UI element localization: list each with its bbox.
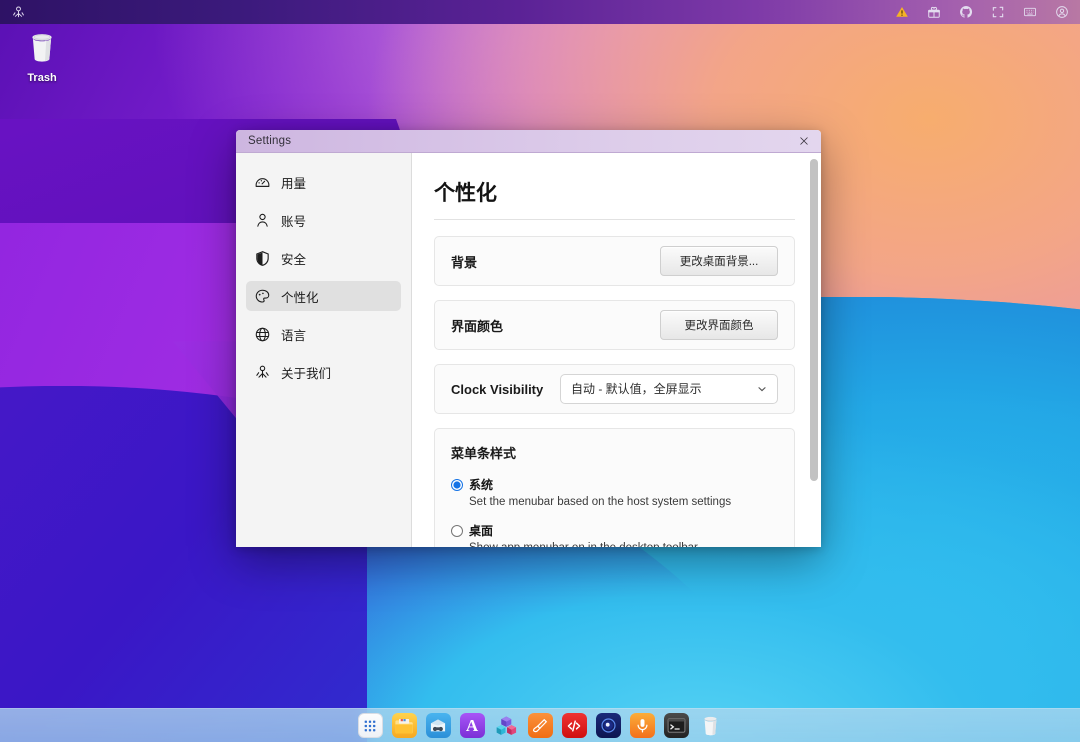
menubar-style-title: 菜单条样式	[451, 443, 778, 462]
system-menubar	[0, 0, 1080, 24]
menubar-option-desktop-label: 桌面	[469, 522, 493, 539]
settings-sidebar: 用量 账号	[236, 153, 412, 547]
dock-item-applications[interactable]	[358, 713, 383, 738]
sidebar-item-label: 账号	[281, 211, 306, 230]
desktop-trash-shortcut[interactable]: Trash	[16, 30, 68, 84]
menubar-left-group	[10, 4, 26, 20]
files-folder-icon	[393, 715, 415, 737]
code-editor-icon	[565, 717, 583, 735]
sidebar-item-usage[interactable]: 用量	[246, 167, 401, 197]
dock-item-trash[interactable]	[698, 713, 723, 738]
dock: A	[0, 708, 1080, 742]
keyboard-icon[interactable]	[1022, 4, 1038, 20]
paint-brush-icon	[531, 717, 549, 735]
fullscreen-icon[interactable]	[990, 4, 1006, 20]
dock-item-paint[interactable]	[528, 713, 553, 738]
window-title: Settings	[248, 135, 291, 147]
ui-color-setting-row: 界面颜色 更改界面颜色	[434, 300, 795, 350]
scrollbar-thumb[interactable]	[810, 159, 818, 481]
desktop-screen: Trash Settings	[0, 0, 1080, 742]
sidebar-item-label: 关于我们	[281, 363, 331, 382]
trash-icon	[699, 714, 722, 737]
clock-visibility-row: Clock Visibility 自动 - 默认值，全屏显示	[434, 364, 795, 414]
title-divider	[434, 219, 795, 220]
shield-icon	[254, 250, 271, 267]
sidebar-item-personalization[interactable]: 个性化	[246, 281, 401, 311]
settings-content-area: 个性化 背景 更改桌面背景... 界面颜色 更改界面颜色 Clock Visib…	[412, 153, 821, 547]
dock-item-packages[interactable]	[494, 713, 519, 738]
account-icon[interactable]	[1054, 4, 1070, 20]
menubar-right-group	[894, 4, 1070, 20]
packages-icon	[495, 714, 518, 737]
sidebar-item-security[interactable]: 安全	[246, 243, 401, 273]
menubar-option-desktop[interactable]: 桌面	[451, 522, 778, 539]
settings-content-scroll: 个性化 背景 更改桌面背景... 界面颜色 更改界面颜色 Clock Visib…	[412, 153, 821, 547]
window-body: 用量 账号	[236, 153, 821, 547]
sidebar-item-language[interactable]: 语言	[246, 319, 401, 349]
terminal-icon	[666, 715, 687, 736]
warning-icon[interactable]	[894, 4, 910, 20]
background-setting-row: 背景 更改桌面背景...	[434, 236, 795, 286]
dock-item-recorder[interactable]	[630, 713, 655, 738]
menubar-option-system-label: 系统	[469, 476, 493, 493]
menubar-option-system-desc: Set the menubar based on the host system…	[469, 496, 778, 508]
person-icon	[254, 212, 271, 229]
app-logo-icon	[254, 364, 271, 381]
trash-icon	[25, 30, 59, 64]
clock-visibility-select[interactable]: 自动 - 默认值，全屏显示	[560, 374, 778, 404]
menubar-option-system[interactable]: 系统	[451, 476, 778, 493]
dock-item-fonts[interactable]: A	[460, 713, 485, 738]
dock-item-code[interactable]	[562, 713, 587, 738]
background-label: 背景	[451, 252, 477, 271]
gauge-icon	[254, 174, 271, 191]
menubar-option-system-radio[interactable]	[451, 479, 463, 491]
sidebar-item-label: 安全	[281, 249, 306, 268]
clock-visibility-select-wrap: 自动 - 默认值，全屏显示	[560, 374, 778, 404]
change-desktop-background-button[interactable]: 更改桌面背景...	[660, 246, 778, 276]
dock-item-files[interactable]	[392, 713, 417, 738]
ui-color-label: 界面颜色	[451, 316, 503, 335]
settings-window[interactable]: Settings	[236, 130, 821, 547]
fonts-icon: A	[466, 717, 478, 734]
sidebar-item-about[interactable]: 关于我们	[246, 357, 401, 387]
dock-item-terminal[interactable]	[664, 713, 689, 738]
menubar-style-card: 菜单条样式 系统 Set the menubar based on the ho…	[434, 428, 795, 547]
palette-icon	[254, 288, 271, 305]
menubar-option-desktop-radio[interactable]	[451, 525, 463, 537]
dock-item-app-store[interactable]	[426, 713, 451, 738]
dock-item-media[interactable]	[596, 713, 621, 738]
app-store-icon	[428, 716, 448, 736]
media-player-icon	[599, 716, 618, 735]
window-titlebar[interactable]: Settings	[236, 130, 821, 153]
github-icon[interactable]	[958, 4, 974, 20]
menubar-option-desktop-desc: Show app menubar on in the desktop toolb…	[469, 542, 778, 547]
app-logo-icon[interactable]	[10, 4, 26, 20]
clock-visibility-label: Clock Visibility	[451, 382, 543, 397]
content-scrollbar[interactable]	[810, 159, 818, 547]
change-ui-color-button[interactable]: 更改界面颜色	[660, 310, 778, 340]
sidebar-item-label: 语言	[281, 325, 306, 344]
sidebar-item-label: 用量	[281, 173, 306, 192]
sidebar-item-label: 个性化	[281, 287, 319, 306]
gift-icon[interactable]	[926, 4, 942, 20]
microphone-icon	[634, 717, 651, 734]
globe-icon	[254, 326, 271, 343]
sidebar-item-account[interactable]: 账号	[246, 205, 401, 235]
app-grid-icon	[362, 718, 378, 734]
close-icon[interactable]	[795, 132, 813, 150]
desktop-trash-label: Trash	[16, 72, 68, 84]
page-title: 个性化	[432, 177, 797, 207]
